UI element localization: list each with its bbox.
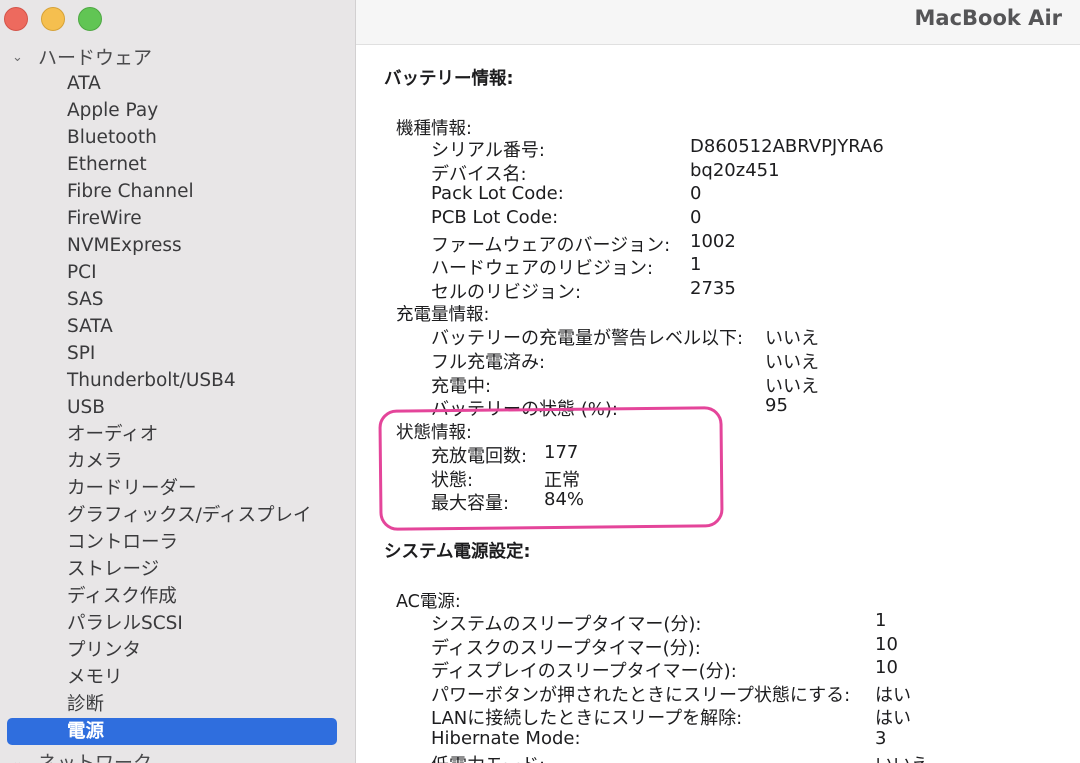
info-key: フル充電済み:: [431, 352, 546, 373]
info-key: ハードウェアのリビジョン:: [431, 258, 654, 279]
sidebar-item-pci[interactable]: PCI: [0, 259, 355, 286]
title-bar: MacBook Air: [356, 0, 1080, 45]
info-row: Hibernate Mode: 3: [431, 728, 886, 749]
info-value: 1002: [690, 231, 736, 252]
info-row: フル充電済み: いいえ: [431, 348, 819, 374]
sidebar-item-apple-pay[interactable]: Apple Pay: [0, 97, 355, 124]
sidebar-section-hardware[interactable]: ⌄ ハードウェア: [12, 44, 153, 69]
info-row: Pack Lot Code: 0: [431, 183, 701, 204]
info-value: 10: [875, 657, 898, 678]
zoom-button[interactable]: [78, 7, 102, 31]
chevron-down-icon[interactable]: ⌄: [12, 50, 30, 65]
sidebar-item-audio[interactable]: オーディオ: [0, 421, 355, 448]
chevron-down-icon[interactable]: ⌄: [12, 755, 30, 763]
sidebar-item-memory[interactable]: メモリ: [0, 664, 355, 691]
close-button[interactable]: [4, 7, 28, 31]
sidebar-list: ATA Apple Pay Bluetooth Ethernet Fibre C…: [0, 70, 355, 745]
info-value: いいえ: [765, 328, 819, 349]
info-row: ハードウェアのリビジョン: 1: [431, 254, 701, 280]
sidebar-item-printers[interactable]: プリンタ: [0, 637, 355, 664]
sidebar-item-sas[interactable]: SAS: [0, 286, 355, 313]
system-information-window: ⌄ ハードウェア ATA Apple Pay Bluetooth Etherne…: [0, 0, 1080, 763]
info-key: Hibernate Mode:: [431, 728, 581, 749]
info-row: ディスプレイのスリープタイマー(分): 10: [431, 657, 898, 683]
info-key: PCB Lot Code:: [431, 207, 559, 228]
window-title: MacBook Air: [914, 6, 1062, 30]
info-key: LANに接続したときにスリープを解除:: [431, 708, 743, 729]
info-value: いいえ: [875, 751, 929, 763]
info-value: 1: [690, 254, 702, 275]
sidebar-section-label: ネットワーク: [38, 752, 153, 763]
sidebar: ⌄ ハードウェア ATA Apple Pay Bluetooth Etherne…: [0, 0, 356, 763]
sidebar-item-diagnostics[interactable]: 診断: [0, 691, 355, 718]
info-value: bq20z451: [690, 160, 780, 181]
detail-pane: バッテリー情報: 機種情報: シリアル番号: D860512ABRVPJYRA6 …: [384, 45, 1074, 763]
info-row: システムのスリープタイマー(分): 1: [431, 610, 886, 636]
info-value: 10: [875, 634, 898, 655]
info-row: シリアル番号: D860512ABRVPJYRA6: [431, 136, 884, 162]
sidebar-item-card-reader[interactable]: カードリーダー: [0, 475, 355, 502]
power-settings-heading: システム電源設定:: [384, 542, 531, 562]
sidebar-item-bluetooth[interactable]: Bluetooth: [0, 124, 355, 151]
info-value: 0: [690, 207, 702, 228]
sidebar-item-controller[interactable]: コントローラ: [0, 529, 355, 556]
info-row: バッテリーの充電量が警告レベル以下: いいえ: [431, 324, 819, 350]
info-value: 1: [875, 610, 887, 631]
sidebar-item-fibre-channel[interactable]: Fibre Channel: [0, 178, 355, 205]
sidebar-item-nvmexpress[interactable]: NVMExpress: [0, 232, 355, 259]
info-row: LANに接続したときにスリープを解除: はい: [431, 704, 911, 730]
sidebar-item-power[interactable]: 電源: [7, 718, 337, 745]
info-value: D860512ABRVPJYRA6: [690, 136, 884, 157]
info-row: PCB Lot Code: 0: [431, 207, 701, 228]
info-key: シリアル番号:: [431, 140, 545, 161]
sidebar-item-camera[interactable]: カメラ: [0, 448, 355, 475]
info-key: システムのスリープタイマー(分):: [431, 614, 702, 635]
minimize-button[interactable]: [41, 7, 65, 31]
info-value: 3: [875, 728, 887, 749]
sidebar-item-usb[interactable]: USB: [0, 394, 355, 421]
sidebar-item-sata[interactable]: SATA: [0, 313, 355, 340]
sidebar-section-network[interactable]: ⌄ ネットワーク: [12, 748, 152, 763]
sidebar-item-firewire[interactable]: FireWire: [0, 205, 355, 232]
sidebar-item-ata[interactable]: ATA: [0, 70, 355, 97]
info-key: 低電力モード:: [431, 751, 545, 763]
battery-info-heading: バッテリー情報:: [384, 69, 514, 89]
info-value: いいえ: [765, 352, 819, 373]
highlight-marker: [378, 406, 724, 531]
info-value: はい: [875, 708, 911, 729]
sidebar-item-parallel-scsi[interactable]: パラレルSCSI: [0, 610, 355, 637]
info-key: ディスプレイのスリープタイマー(分):: [431, 661, 737, 682]
charge-info-label: 充電量情報:: [396, 305, 490, 325]
info-key: バッテリーの充電量が警告レベル以下:: [431, 328, 744, 349]
sidebar-item-graphics-display[interactable]: グラフィックス/ディスプレイ: [0, 502, 355, 529]
sidebar-item-disc-burning[interactable]: ディスク作成: [0, 583, 355, 610]
sidebar-section-label: ハードウェア: [38, 46, 153, 69]
sidebar-item-storage[interactable]: ストレージ: [0, 556, 355, 583]
info-key: Pack Lot Code:: [431, 183, 564, 204]
sidebar-item-ethernet[interactable]: Ethernet: [0, 151, 355, 178]
info-value: 2735: [690, 278, 736, 299]
window-controls: [4, 7, 102, 31]
info-value: 0: [690, 183, 702, 204]
info-row: 低電力モード: いいえ: [431, 751, 929, 763]
sidebar-item-spi[interactable]: SPI: [0, 340, 355, 367]
info-value: 95: [765, 395, 788, 416]
sidebar-item-thunderbolt[interactable]: Thunderbolt/USB4: [0, 367, 355, 394]
